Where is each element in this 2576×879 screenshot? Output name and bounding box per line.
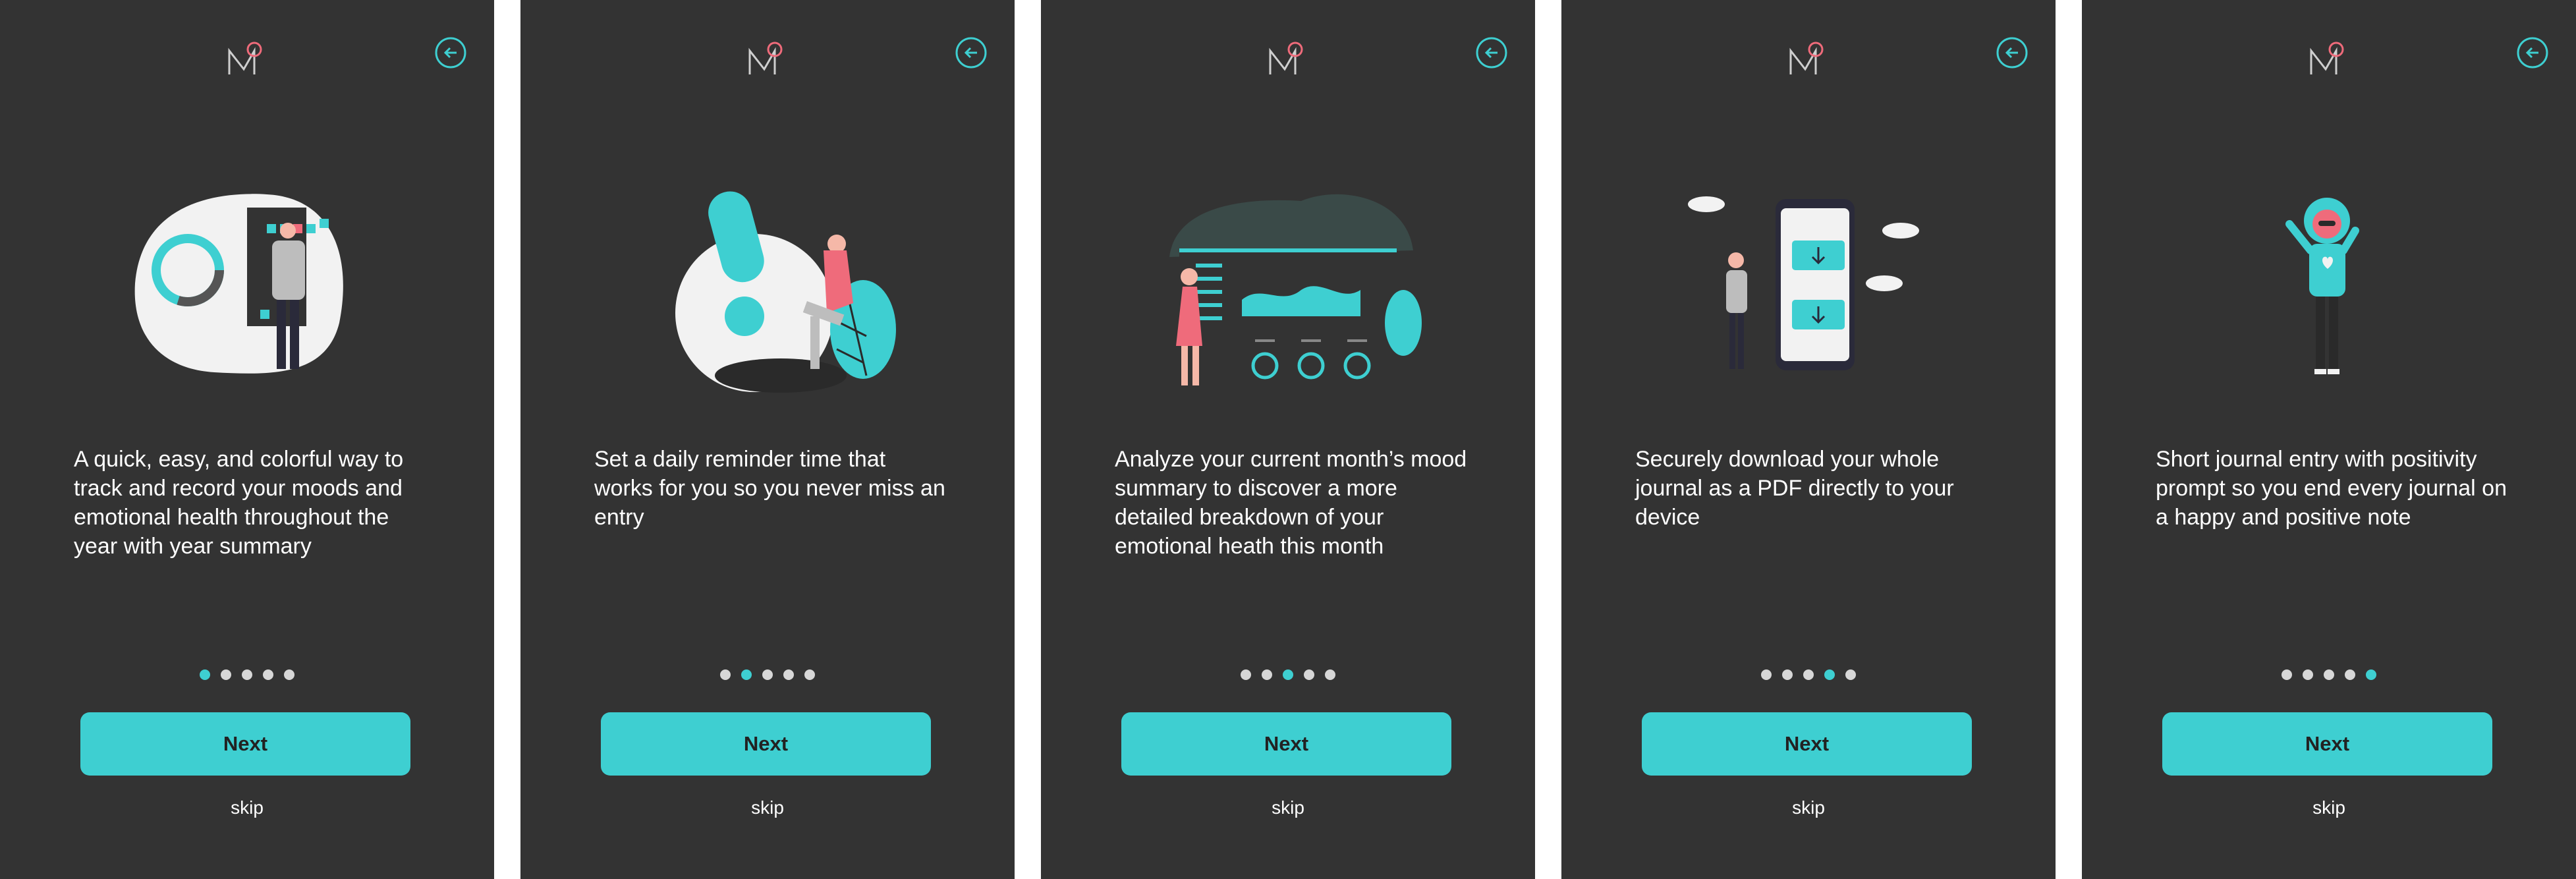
page-dot-1[interactable] [200, 669, 210, 680]
onboarding-description: Analyze your current month’s mood summar… [1115, 447, 1467, 559]
page-dot-1[interactable] [720, 669, 731, 680]
next-button[interactable]: Next [80, 712, 410, 776]
mood-logo-icon [748, 42, 783, 74]
mood-logo-icon [2310, 42, 2344, 74]
download-illustration [1688, 196, 1919, 370]
page-dot-5[interactable] [804, 669, 815, 680]
skip-link[interactable]: skip [0, 797, 494, 818]
page-indicator [1041, 669, 1535, 683]
page-dot-1[interactable] [2282, 669, 2292, 680]
page-dot-2[interactable] [2303, 669, 2313, 680]
next-button[interactable]: Next [2162, 712, 2492, 776]
next-button[interactable]: Next [1121, 712, 1451, 776]
page-dot-4[interactable] [1304, 669, 1314, 680]
analytics-illustration [1169, 194, 1422, 385]
mood-logo-icon [1789, 42, 1824, 74]
page-indicator [520, 669, 1015, 683]
mood-logo-icon [1269, 42, 1303, 74]
page-dot-3[interactable] [1803, 669, 1814, 680]
page-dot-4[interactable] [2345, 669, 2355, 680]
page-dot-3[interactable] [242, 669, 252, 680]
onboarding-screen-5: Short journal entry with positivity prom… [2082, 0, 2576, 879]
mood-logo-icon [228, 42, 262, 74]
skip-link[interactable]: skip [1041, 797, 1535, 818]
next-button[interactable]: Next [1642, 712, 1972, 776]
onboarding-description: Securely download your whole journal as … [1635, 447, 1954, 530]
skip-link[interactable]: skip [520, 797, 1015, 818]
page-dot-3[interactable] [762, 669, 773, 680]
mood-tracking-illustration [134, 194, 343, 374]
journal-illustration [2285, 198, 2359, 374]
page-indicator [1561, 669, 2056, 683]
page-dot-4[interactable] [783, 669, 794, 680]
back-arrow-icon[interactable] [1475, 36, 1508, 69]
page-dot-5[interactable] [2366, 669, 2376, 680]
page-dot-2[interactable] [1262, 669, 1272, 680]
onboarding-screen-4: Securely download your whole journal as … [1561, 0, 2056, 879]
page-dot-3[interactable] [2324, 669, 2334, 680]
reminder-illustration [675, 191, 896, 393]
back-arrow-icon[interactable] [2516, 36, 2549, 69]
back-arrow-icon[interactable] [434, 36, 467, 69]
page-dot-5[interactable] [1845, 669, 1856, 680]
onboarding-description: A quick, easy, and colorful way to track… [74, 447, 404, 559]
skip-link[interactable]: skip [2082, 797, 2576, 818]
onboarding-description: Set a daily reminder time that works for… [594, 447, 945, 530]
page-dot-3[interactable] [1283, 669, 1293, 680]
page-indicator [0, 669, 494, 683]
page-dot-4[interactable] [263, 669, 273, 680]
page-dot-2[interactable] [741, 669, 752, 680]
back-arrow-icon[interactable] [1996, 36, 2029, 69]
onboarding-screen-1: A quick, easy, and colorful way to track… [0, 0, 494, 879]
page-dot-2[interactable] [1782, 669, 1793, 680]
page-dot-4[interactable] [1824, 669, 1835, 680]
onboarding-description: Short journal entry with positivity prom… [2156, 447, 2507, 530]
page-dot-1[interactable] [1761, 669, 1772, 680]
onboarding-screen-3: Analyze your current month’s mood summar… [1041, 0, 1535, 879]
next-button[interactable]: Next [601, 712, 931, 776]
page-dot-5[interactable] [1325, 669, 1335, 680]
page-dot-2[interactable] [221, 669, 231, 680]
page-indicator [2082, 669, 2576, 683]
page-dot-5[interactable] [284, 669, 294, 680]
skip-link[interactable]: skip [1561, 797, 2056, 818]
onboarding-screen-2: Set a daily reminder time that works for… [520, 0, 1015, 879]
back-arrow-icon[interactable] [955, 36, 988, 69]
page-dot-1[interactable] [1241, 669, 1251, 680]
